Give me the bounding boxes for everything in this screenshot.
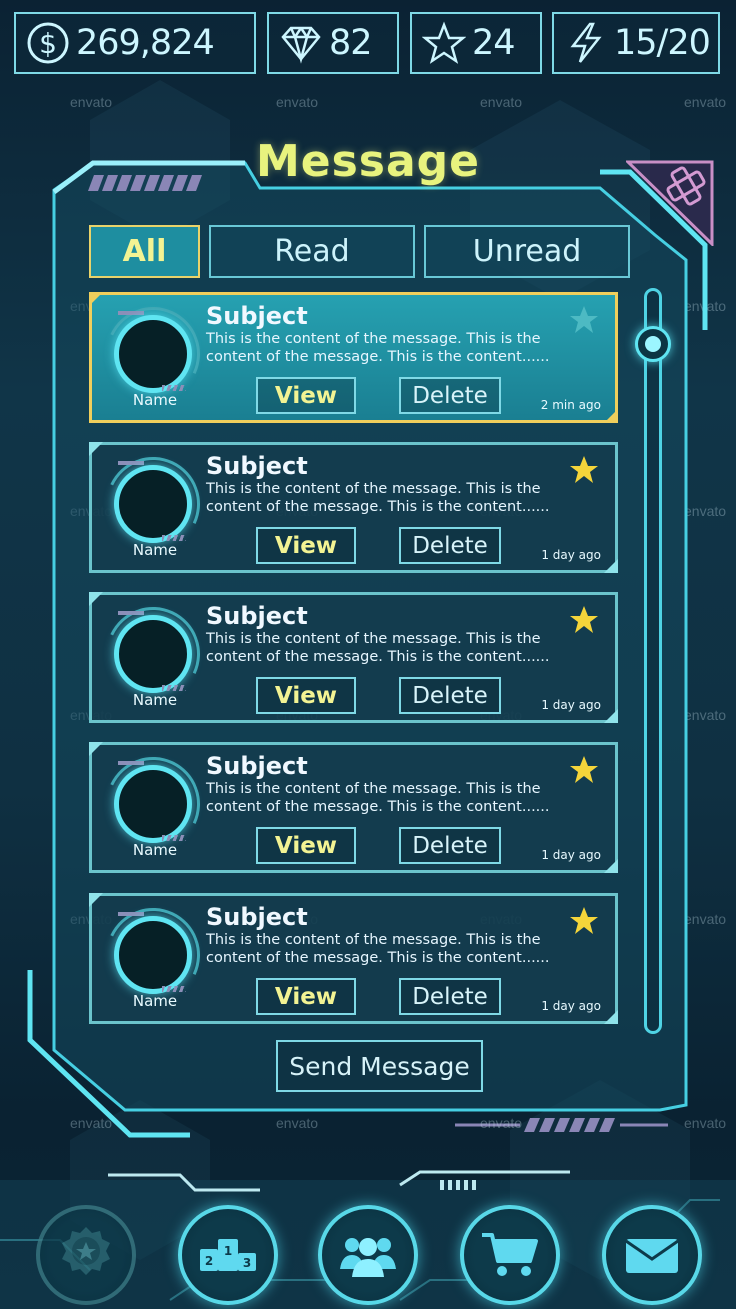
- achievement-medal-icon: [62, 1227, 110, 1275]
- message-time: 1 day ago: [541, 999, 601, 1013]
- decor-line: [118, 461, 144, 465]
- message-body: This is the content of the message. This…: [206, 331, 550, 365]
- tab-all[interactable]: All: [89, 225, 200, 278]
- favorite-star-icon[interactable]: [569, 906, 599, 936]
- corner-accent: [604, 559, 618, 573]
- message-subject: Subject: [206, 903, 308, 931]
- message-body: This is the content of the message. This…: [206, 932, 550, 966]
- decor-line: [118, 761, 144, 765]
- coins-value: 269,824: [76, 23, 215, 63]
- stars-counter: 24: [410, 12, 542, 74]
- message-subject: Subject: [206, 602, 308, 630]
- coin-icon: $: [26, 21, 70, 65]
- tab-read[interactable]: Read: [209, 225, 415, 278]
- sender-name: Name: [132, 391, 178, 409]
- achievement-button[interactable]: [36, 1205, 136, 1305]
- lightning-icon: [564, 21, 608, 65]
- close-button[interactable]: [624, 160, 714, 248]
- tab-unread[interactable]: Unread: [424, 225, 630, 278]
- decor-line: [118, 611, 144, 615]
- corner-accent: [89, 742, 103, 756]
- delete-button[interactable]: Delete: [399, 527, 501, 564]
- view-button[interactable]: View: [256, 677, 356, 714]
- scrollbar-track[interactable]: [644, 288, 662, 1034]
- message-time: 1 day ago: [541, 848, 601, 862]
- message-card[interactable]: Name Subject This is the content of the me…: [89, 893, 618, 1024]
- mail-icon: [625, 1239, 679, 1273]
- corner-accent: [604, 859, 618, 873]
- shop-button[interactable]: [460, 1205, 560, 1305]
- view-button[interactable]: View: [256, 527, 356, 564]
- message-card[interactable]: Name Subject This is the content of the me…: [89, 592, 618, 723]
- star-icon: [422, 21, 466, 65]
- message-subject: Subject: [206, 302, 308, 330]
- sender-name: Name: [132, 841, 178, 859]
- corner-accent: [604, 709, 618, 723]
- diamond-icon: [279, 21, 323, 65]
- gems-counter: 82: [267, 12, 399, 74]
- sender-name: Name: [132, 691, 178, 709]
- corner-accent: [89, 292, 103, 306]
- avatar[interactable]: [114, 916, 192, 994]
- view-button[interactable]: View: [256, 978, 356, 1015]
- leaderboard-button[interactable]: 2 1 3: [178, 1205, 278, 1305]
- svg-text:2: 2: [205, 1254, 213, 1268]
- close-icon: [624, 160, 714, 248]
- svg-text:3: 3: [243, 1256, 251, 1270]
- message-subject: Subject: [206, 752, 308, 780]
- message-time: 2 min ago: [540, 398, 601, 412]
- scrollbar-thumb[interactable]: [635, 326, 671, 362]
- sender-name: Name: [132, 541, 178, 559]
- delete-button[interactable]: Delete: [399, 827, 501, 864]
- sender-name: Name: [132, 992, 178, 1010]
- avatar[interactable]: [114, 765, 192, 843]
- decor-line: [118, 912, 144, 916]
- message-card[interactable]: Name Subject This is the content of the me…: [89, 292, 618, 423]
- energy-value: 15/20: [614, 23, 711, 63]
- friends-icon: [340, 1238, 396, 1277]
- avatar[interactable]: [114, 615, 192, 693]
- corner-accent: [89, 442, 103, 456]
- message-body: This is the content of the message. This…: [206, 631, 550, 665]
- corner-accent: [604, 1010, 618, 1024]
- message-subject: Subject: [206, 452, 308, 480]
- favorite-star-icon[interactable]: [569, 605, 599, 635]
- message-body: This is the content of the message. This…: [206, 481, 550, 515]
- favorite-star-icon[interactable]: [569, 305, 599, 335]
- corner-accent: [89, 893, 103, 907]
- mail-button[interactable]: [602, 1205, 702, 1305]
- avatar[interactable]: [114, 465, 192, 543]
- delete-button[interactable]: Delete: [399, 377, 501, 414]
- energy-counter: 15/20: [552, 12, 720, 74]
- decor-line: [118, 311, 144, 315]
- coins-counter: $ 269,824: [14, 12, 256, 74]
- view-button[interactable]: View: [256, 827, 356, 864]
- message-body: This is the content of the message. This…: [206, 781, 550, 815]
- delete-button[interactable]: Delete: [399, 978, 501, 1015]
- favorite-star-icon[interactable]: [569, 455, 599, 485]
- gems-value: 82: [329, 23, 373, 63]
- leaderboard-podium-icon: 2 1 3: [200, 1239, 256, 1271]
- avatar[interactable]: [114, 315, 192, 393]
- delete-button[interactable]: Delete: [399, 677, 501, 714]
- favorite-star-icon[interactable]: [569, 755, 599, 785]
- message-card[interactable]: Name Subject This is the content of the me…: [89, 442, 618, 573]
- corner-accent: [89, 592, 103, 606]
- stars-value: 24: [472, 23, 516, 63]
- shop-cart-icon: [482, 1233, 538, 1276]
- friends-button[interactable]: [318, 1205, 418, 1305]
- corner-accent: [604, 409, 618, 423]
- message-time: 1 day ago: [541, 698, 601, 712]
- message-time: 1 day ago: [541, 548, 601, 562]
- view-button[interactable]: View: [256, 377, 356, 414]
- message-card[interactable]: Name Subject This is the content of the me…: [89, 742, 618, 873]
- svg-text:1: 1: [224, 1244, 232, 1258]
- svg-text:$: $: [39, 27, 57, 60]
- send-message-button[interactable]: Send Message: [276, 1040, 483, 1092]
